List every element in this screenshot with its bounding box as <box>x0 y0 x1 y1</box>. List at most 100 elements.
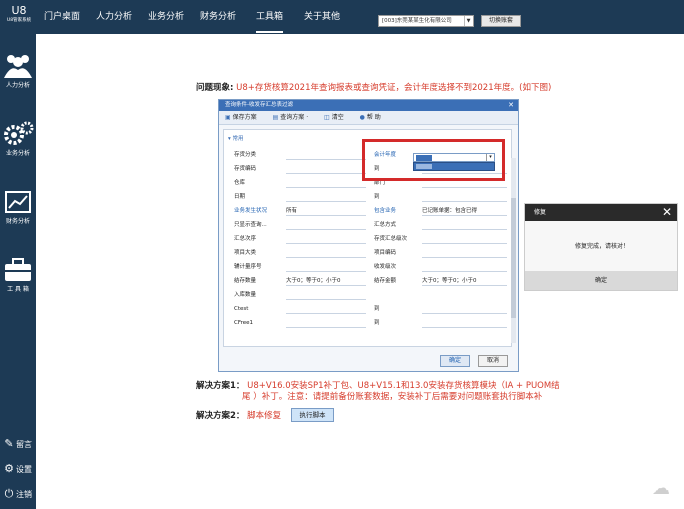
app-logo: U8 U8管家系统 <box>2 4 36 32</box>
sidebar-message[interactable]: ✎ 留言 <box>2 436 36 452</box>
field-label: 结存数量 <box>234 278 257 284</box>
field-input[interactable] <box>286 289 366 300</box>
sidebar-message-label: 留言 <box>16 440 32 449</box>
sidebar-item-toolbox[interactable]: 工 具 箱 <box>0 256 36 294</box>
chart-icon <box>5 191 31 213</box>
solution-1-label: 解决方案1： <box>196 381 245 391</box>
field-input[interactable] <box>422 317 507 328</box>
field-label: 入库数量 <box>234 292 257 298</box>
solution-1: 解决方案1： U8+V16.0安装SP1补丁包、U8+V15.1和13.0安装存… <box>196 381 560 403</box>
solution-2-text: 脚本修复 <box>247 411 282 421</box>
people-icon <box>4 55 32 78</box>
field-input[interactable]: 大于0；等于0；小于0 <box>422 275 507 286</box>
field-label: 汇总方式 <box>374 222 397 228</box>
field-input[interactable] <box>286 163 366 174</box>
field-label: 项目编码 <box>374 250 397 256</box>
field-input[interactable] <box>422 191 507 202</box>
solution-2: 解决方案2： 脚本修复 <box>196 410 281 422</box>
sidebar-item-business[interactable]: 业务分析 <box>0 120 36 158</box>
field-label: CFree1 <box>234 320 254 326</box>
field-label: Ctest <box>234 306 249 312</box>
toolbox-icon <box>5 258 31 281</box>
save-scheme-button[interactable]: ▣ 保存方案 <box>225 114 264 121</box>
execute-script-button[interactable]: 执行脚本 <box>291 408 334 422</box>
field-input[interactable] <box>286 247 366 258</box>
field-input[interactable] <box>422 233 507 244</box>
sidebar-item-label: 人力分析 <box>5 82 30 89</box>
close-icon[interactable]: ✕ <box>662 204 672 221</box>
clear-icon: ◫ <box>324 114 330 121</box>
field-input[interactable] <box>422 247 507 258</box>
problem-text: U8+存货核算2021年查询报表或查询凭证，会计年度选择不到2021年度。(如下… <box>236 83 552 93</box>
chevron-down-icon: ▼ <box>464 16 472 26</box>
sidebar-settings[interactable]: ⚙ 设置 <box>2 461 36 477</box>
field-input[interactable] <box>422 303 507 314</box>
switch-account-button[interactable]: 切换账套 <box>481 15 521 27</box>
field-input[interactable] <box>286 149 366 160</box>
field-label: 收发级次 <box>374 264 397 270</box>
help-button[interactable]: ● 帮 助 <box>360 114 388 121</box>
nav-toolbox[interactable]: 工具箱 <box>256 9 284 33</box>
field-label: 仓库 <box>234 180 246 186</box>
close-icon[interactable]: ✕ <box>508 100 514 111</box>
dialog-ok-button[interactable]: 确定 <box>440 355 470 367</box>
field-input[interactable] <box>286 177 366 188</box>
company-select-value: [003]东莞某某生化有限公司 <box>382 18 452 24</box>
repair-popup: 修复 ✕ 修复完成，请核对！ 确定 <box>524 203 678 291</box>
sidebar-item-label: 工 具 箱 <box>7 286 29 293</box>
nav-hr-analysis[interactable]: 人力分析 <box>96 9 132 33</box>
sidebar-settings-label: 设置 <box>16 465 32 474</box>
top-nav-bar: U8 U8管家系统 门户桌面 人力分析 业务分析 财务分析 工具箱 关于其他 [… <box>0 0 684 34</box>
filter-scrollbar[interactable] <box>511 158 516 343</box>
gears-icon <box>4 121 34 145</box>
field-input[interactable]: 所有 <box>286 205 366 216</box>
field-label: 结存金额 <box>374 278 397 284</box>
field-label: 到 <box>374 306 380 312</box>
field-label: 汇总次序 <box>234 236 257 242</box>
field-input[interactable] <box>286 261 366 272</box>
field-input[interactable]: 大于0；等于0；小于0 <box>286 275 366 286</box>
repair-ok-button[interactable]: 确定 <box>525 271 677 290</box>
field-label: 只显示查询... <box>234 222 267 228</box>
field-label: 到 <box>374 320 380 326</box>
field-label: 辅计量序号 <box>234 264 262 270</box>
field-input[interactable] <box>422 219 507 230</box>
field-input[interactable]: 已记账单据：包含已得 <box>422 205 507 216</box>
field-label: 项目大类 <box>234 250 257 256</box>
nav-portal[interactable]: 门户桌面 <box>44 9 80 33</box>
problem-label: 问题现象: <box>196 83 234 93</box>
dialog-cancel-button[interactable]: 取消 <box>478 355 508 367</box>
field-input[interactable] <box>286 317 366 328</box>
dialog-title: 查询条件-收发存汇总表过滤 <box>225 102 293 108</box>
clear-button[interactable]: ◫ 清空 <box>324 114 351 121</box>
field-input[interactable] <box>286 191 366 202</box>
wechat-watermark-icon: ☁ <box>652 478 670 499</box>
repair-title: 修复 <box>534 209 547 216</box>
nav-about[interactable]: 关于其他 <box>304 9 340 33</box>
repair-message: 修复完成，请核对！ <box>574 243 629 250</box>
field-label: 存货编码 <box>234 166 257 172</box>
sidebar-logout[interactable]: ⏻ 注销 <box>2 486 36 502</box>
nav-finance-analysis[interactable]: 财务分析 <box>200 9 236 33</box>
field-input[interactable] <box>422 261 507 272</box>
solution-2-label: 解决方案2： <box>196 411 245 421</box>
save-icon: ▣ <box>225 114 231 121</box>
dialog-toolbar: ▣ 保存方案 ▤ 查询方案 · ◫ 清空 ● 帮 助 <box>219 111 518 125</box>
field-input[interactable] <box>286 219 366 230</box>
field-input[interactable] <box>286 303 366 314</box>
query-scheme-label: 查询方案 · <box>280 114 309 121</box>
sidebar-item-finance[interactable]: 财务分析 <box>0 190 36 226</box>
field-label: 业务发生状况 <box>234 208 268 214</box>
field-label: 存货分类 <box>234 152 257 158</box>
field-input[interactable] <box>286 233 366 244</box>
query-scheme-button[interactable]: ▤ 查询方案 · <box>273 114 316 121</box>
field-label: 包含业务 <box>374 208 397 214</box>
company-select[interactable]: [003]东莞某某生化有限公司 ▼ <box>378 15 474 27</box>
group-common-header[interactable]: ▾ 常用 <box>228 134 244 142</box>
field-label: 日期 <box>234 194 246 200</box>
scrollbar-thumb[interactable] <box>511 198 516 318</box>
nav-business-analysis[interactable]: 业务分析 <box>148 9 184 33</box>
clear-label: 清空 <box>331 114 344 121</box>
sidebar-logout-label: 注销 <box>16 490 32 499</box>
sidebar-item-hr[interactable]: 人力分析 <box>0 52 36 90</box>
